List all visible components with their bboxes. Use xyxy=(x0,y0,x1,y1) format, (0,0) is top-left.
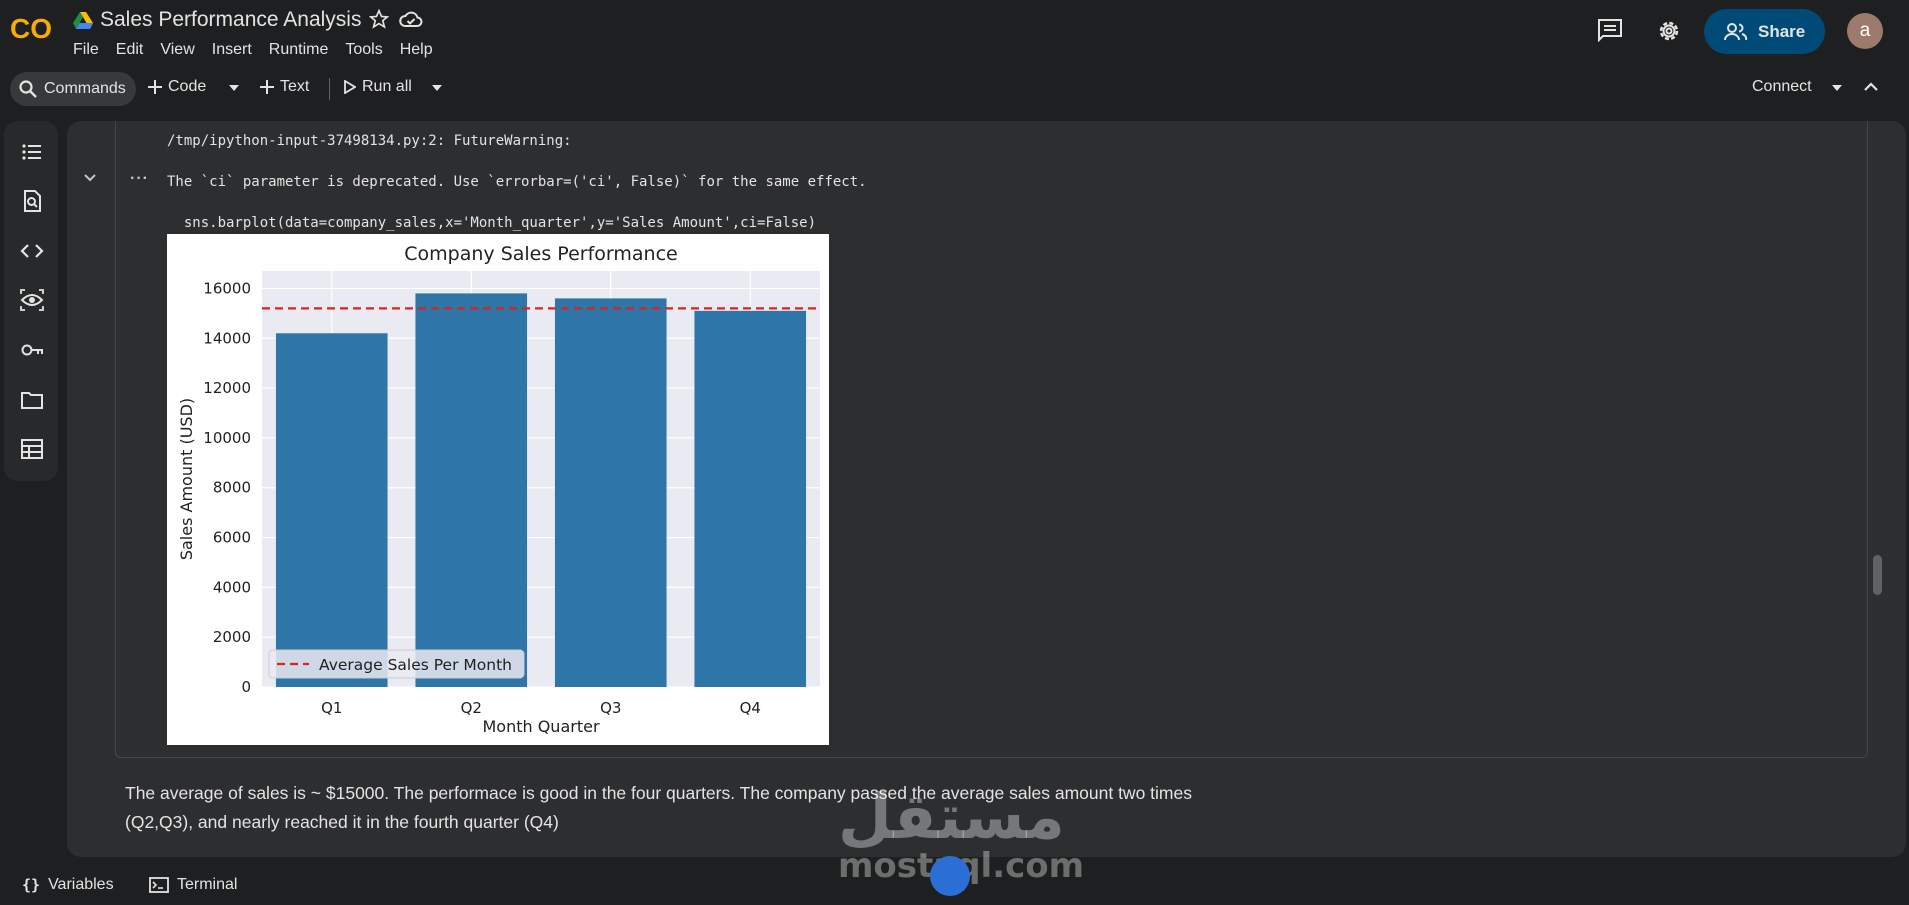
run-all-dropdown[interactable] xyxy=(431,84,443,92)
menu-insert[interactable]: Insert xyxy=(212,41,252,59)
plus-icon xyxy=(148,80,162,94)
markdown-text: (Q2,Q3), and nearly reached it in the fo… xyxy=(125,812,559,832)
share-label: Share xyxy=(1758,21,1806,41)
output-actions-button[interactable]: ··· xyxy=(130,170,149,188)
y-tick-label: 4000 xyxy=(213,578,251,596)
left-sidebar xyxy=(4,121,58,481)
run-all-label: Run all xyxy=(362,78,412,95)
menu-file[interactable]: File xyxy=(73,41,99,59)
y-tick-label: 16000 xyxy=(203,279,251,297)
caret-down-icon xyxy=(432,85,442,91)
menu-edit[interactable]: Edit xyxy=(116,41,144,59)
terminal-label: Terminal xyxy=(177,876,238,893)
x-tick-label: Q1 xyxy=(321,699,342,717)
people-icon xyxy=(1724,22,1748,40)
variables-label: Variables xyxy=(48,876,114,893)
bar xyxy=(415,293,528,687)
variables-button[interactable]: {} Variables xyxy=(22,876,114,894)
terminal-button[interactable]: Terminal xyxy=(149,876,237,894)
menu-tools[interactable]: Tools xyxy=(345,41,382,59)
warning-line: sns.barplot(data=company_sales,x='Month_… xyxy=(167,215,817,231)
x-axis-label: Month Quarter xyxy=(482,717,599,736)
run-all-button[interactable]: Run all xyxy=(344,78,412,96)
gear-icon[interactable] xyxy=(1656,18,1682,44)
connect-button[interactable]: Connect xyxy=(1752,78,1812,96)
bar-chart: 0 2000 4000 6000 8000 10000 12000 14000 16000 Q1 Q… xyxy=(177,243,820,736)
y-tick-label: 10000 xyxy=(203,429,251,447)
menu-view[interactable]: View xyxy=(160,41,194,59)
y-tick-label: 12000 xyxy=(203,379,251,397)
y-tick-label: 0 xyxy=(241,678,251,696)
y-tick-label: 14000 xyxy=(203,329,251,347)
code-label: Code xyxy=(168,78,207,95)
avatar[interactable]: a xyxy=(1847,13,1883,49)
legend-label: Average Sales Per Month xyxy=(319,656,512,674)
toc-icon[interactable] xyxy=(20,140,44,164)
caret-down-icon xyxy=(1832,85,1842,91)
connect-dropdown[interactable] xyxy=(1831,84,1843,92)
files-folder-icon[interactable] xyxy=(20,388,44,412)
watermark-arabic: مستقل xyxy=(838,780,1065,853)
warning-line: /tmp/ipython-input-37498134.py:2: Future… xyxy=(167,133,572,149)
star-icon[interactable] xyxy=(368,8,390,29)
play-icon xyxy=(344,80,356,94)
menu-bar: File Edit View Insert Runtime Tools Help xyxy=(73,41,450,59)
text-label: Text xyxy=(280,78,310,95)
toolbar: Commands Code Text Run all Connect xyxy=(0,68,1909,110)
markdown-cell[interactable]: The average of sales is ~ $15000. The pe… xyxy=(125,779,1255,837)
find-icon[interactable] xyxy=(20,189,44,213)
x-tick-label: Q2 xyxy=(461,699,482,717)
caret-down-icon xyxy=(229,85,239,91)
x-tick-label: Q3 xyxy=(600,699,621,717)
warning-line: The `ci` parameter is deprecated. Use `e… xyxy=(167,174,867,190)
code-dropdown[interactable] xyxy=(228,84,240,92)
y-tick-label: 6000 xyxy=(213,529,251,547)
svg-text:CO: CO xyxy=(10,13,52,44)
braces-icon: {} xyxy=(22,876,41,894)
y-axis-label: Sales Amount (USD) xyxy=(177,398,196,560)
share-button[interactable]: Share xyxy=(1704,9,1825,54)
watermark-badge-icon xyxy=(930,856,970,896)
chevron-up-icon xyxy=(1864,82,1878,91)
variables-inspector-icon[interactable] xyxy=(20,288,44,312)
scrollbar-thumb[interactable] xyxy=(1873,555,1882,595)
cloud-saved-icon[interactable] xyxy=(399,10,423,30)
menu-help[interactable]: Help xyxy=(400,41,433,59)
bar xyxy=(694,310,807,687)
commands-label: Commands xyxy=(44,80,126,97)
header-bar: CO Sales Performance Analysis File Edit … xyxy=(0,0,1909,66)
collapse-header-button[interactable] xyxy=(1864,82,1878,92)
secrets-key-icon[interactable] xyxy=(20,338,44,362)
terminal-icon xyxy=(149,877,169,893)
chart-title: Company Sales Performance xyxy=(404,243,677,265)
chevron-down-icon xyxy=(84,174,96,182)
search-icon xyxy=(19,80,37,98)
add-text-button[interactable]: Text xyxy=(260,78,309,96)
y-tick-label: 8000 xyxy=(213,479,251,497)
code-snippets-icon[interactable] xyxy=(20,239,44,263)
menu-runtime[interactable]: Runtime xyxy=(269,41,329,59)
google-drive-icon xyxy=(73,12,93,30)
markdown-text: The average of sales is ~ $15000. The pe… xyxy=(125,783,1192,803)
bar xyxy=(554,298,667,687)
colab-logo[interactable]: CO xyxy=(10,12,56,44)
comment-icon[interactable] xyxy=(1597,18,1623,43)
add-code-button[interactable]: Code xyxy=(148,78,206,96)
notebook-title[interactable]: Sales Performance Analysis xyxy=(100,8,361,32)
bar xyxy=(275,333,388,687)
toolbar-divider xyxy=(329,78,330,100)
x-tick-label: Q4 xyxy=(740,699,761,717)
commands-button[interactable]: Commands xyxy=(10,72,136,106)
plus-icon xyxy=(260,80,274,94)
data-table-icon[interactable] xyxy=(20,437,44,461)
y-tick-label: 2000 xyxy=(213,628,251,646)
chart-figure: 0 2000 4000 6000 8000 10000 12000 14000 16000 Q1 Q… xyxy=(167,234,829,745)
collapse-output-button[interactable] xyxy=(82,170,98,186)
